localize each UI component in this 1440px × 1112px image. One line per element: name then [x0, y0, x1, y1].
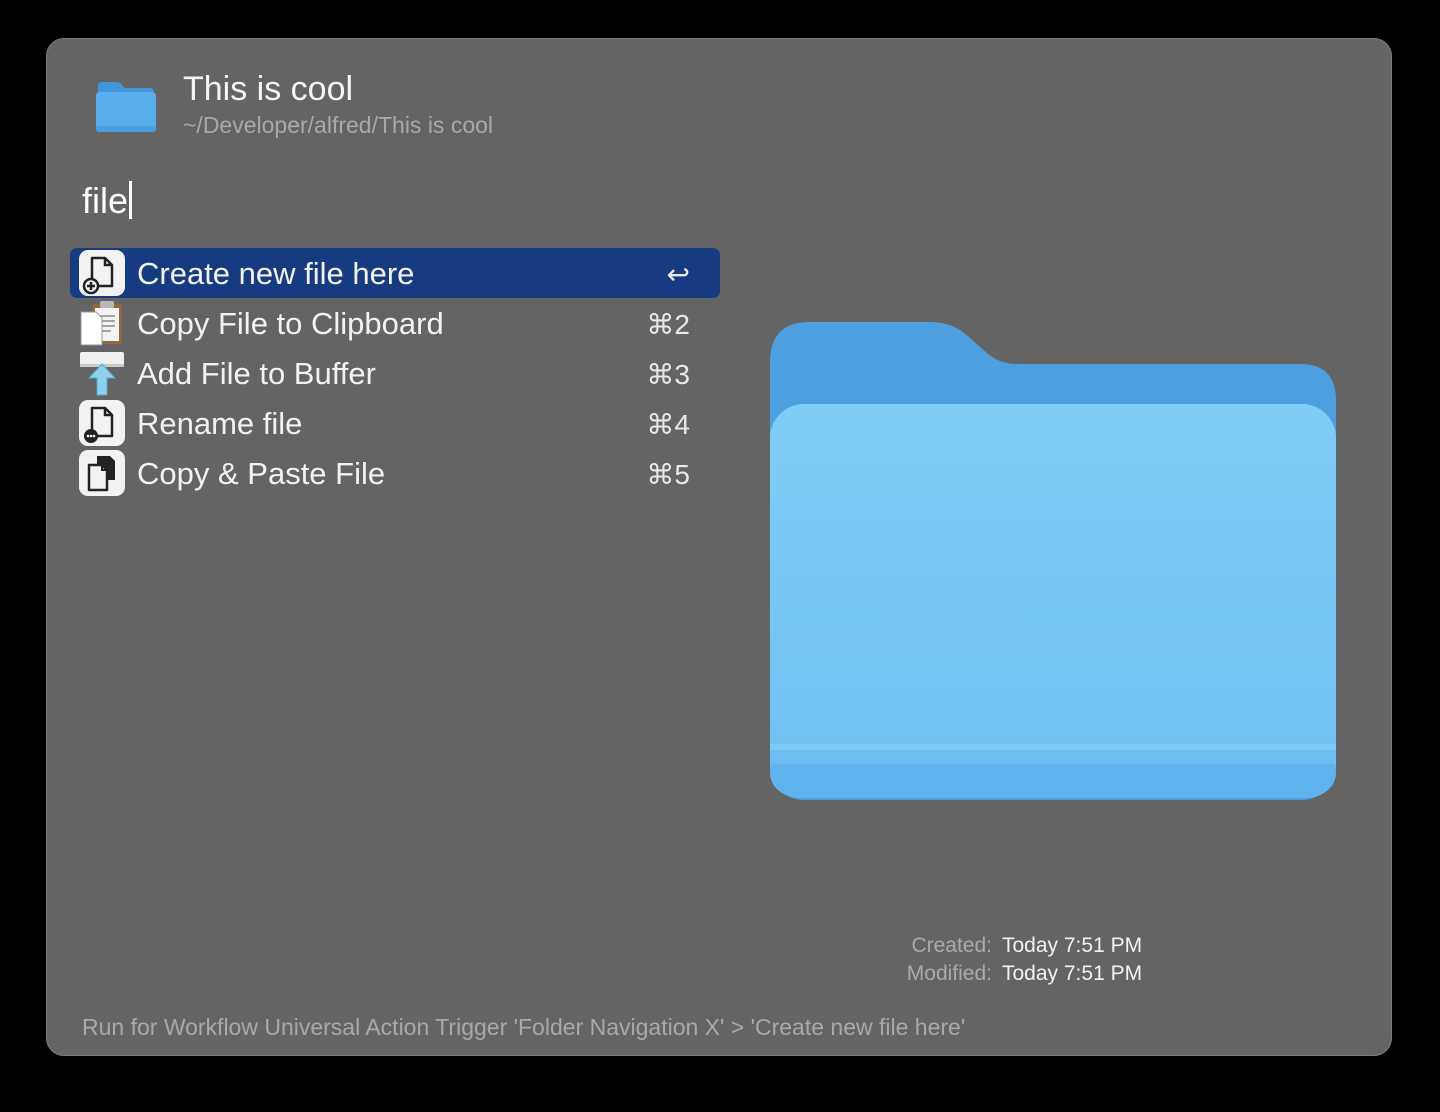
window-path: ~/Developer/alfred/This is cool — [183, 112, 494, 138]
large-folder-icon — [770, 322, 1336, 800]
window-title: This is cool — [183, 70, 354, 108]
created-value: Today 7:51 PM — [1002, 934, 1143, 957]
search-query-text: file — [82, 180, 129, 221]
result-shortcut: ⌘5 — [646, 459, 690, 490]
result-label: Rename file — [137, 406, 303, 441]
copy-paste-icon — [79, 450, 125, 496]
text-caret — [129, 181, 133, 219]
return-key-icon: ↩ — [666, 259, 690, 290]
result-rename-file[interactable]: Rename file ⌘4 — [70, 398, 720, 448]
action-description: Run for Workflow Universal Action Trigge… — [82, 1014, 966, 1040]
result-shortcut: ⌘3 — [646, 359, 690, 390]
rename-file-icon — [79, 400, 125, 446]
result-label: Add File to Buffer — [137, 356, 376, 391]
folder-icon — [96, 82, 156, 132]
clipboard-icon — [80, 301, 122, 346]
result-shortcut: ⌘2 — [646, 309, 690, 340]
new-file-icon — [79, 250, 125, 296]
result-copy-paste-file[interactable]: Copy & Paste File ⌘5 — [70, 448, 720, 498]
result-list: Create new file here ↩ Copy File to Clip… — [70, 248, 720, 498]
result-label: Create new file here — [137, 256, 415, 291]
result-label: Copy & Paste File — [137, 456, 386, 491]
modified-label: Modified: — [906, 962, 992, 985]
file-metadata: Created: Today 7:51 PM Modified: Today 7… — [880, 934, 1142, 990]
buffer-upload-icon — [80, 352, 124, 396]
result-label: Copy File to Clipboard — [137, 306, 444, 341]
modified-value: Today 7:51 PM — [1002, 962, 1143, 985]
result-add-file-to-buffer[interactable]: Add File to Buffer ⌘3 — [70, 348, 720, 398]
search-input[interactable]: file — [82, 180, 133, 222]
result-create-new-file[interactable]: Create new file here ↩ — [70, 248, 720, 298]
result-copy-file-to-clipboard[interactable]: Copy File to Clipboard ⌘2 — [70, 298, 720, 348]
created-label: Created: — [911, 934, 992, 957]
result-shortcut: ⌘4 — [646, 409, 690, 440]
